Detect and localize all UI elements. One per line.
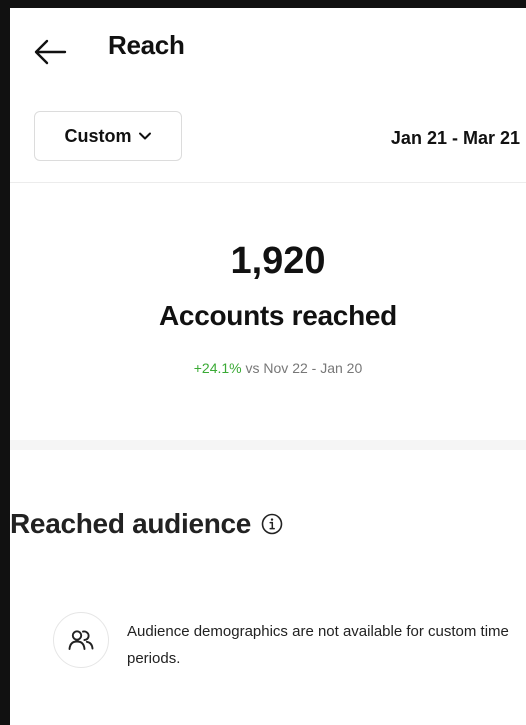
change-percent: +24.1% [193,360,242,376]
reach-value: 1,920 [230,240,326,282]
section-divider [10,440,526,450]
page-title: Reach [108,30,185,60]
people-icon [68,630,94,650]
reach-comparison: +24.1% vs Nov 22 - Jan 20 [10,360,526,376]
date-filter-label: Custom [64,125,132,146]
date-range: Jan 21 - Mar 21 [390,128,520,148]
info-icon[interactable] [261,513,283,535]
reach-label: Accounts reached [159,300,397,331]
arrow-left-icon [34,39,67,65]
date-filter-dropdown[interactable]: Custom [34,111,182,161]
reached-audience-heading: Reached audience [10,508,283,540]
chevron-down-icon [138,132,151,140]
audience-notice-text: Audience demographics are not available … [127,623,509,667]
reach-screen: Reach Custom Jan 21 - Mar 21 1,920 Accou… [10,8,526,725]
back-button[interactable] [32,34,68,70]
header: Reach [10,8,526,90]
comparison-period: vs Nov 22 - Jan 20 [245,360,363,376]
section-title-text: Reached audience [10,508,252,539]
audience-notice-icon-badge [53,612,109,668]
divider [10,182,526,183]
